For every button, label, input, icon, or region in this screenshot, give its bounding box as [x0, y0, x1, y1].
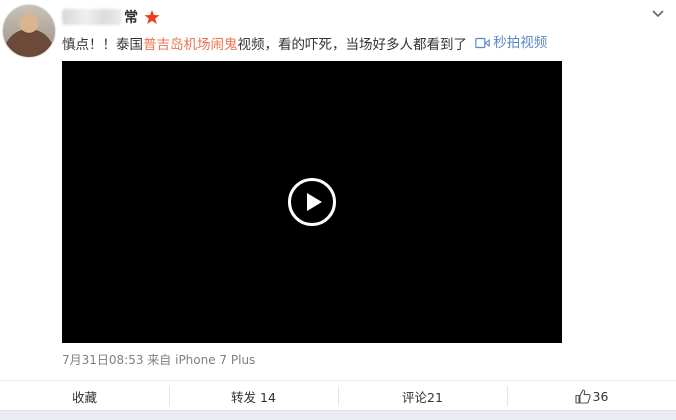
- username[interactable]: 常: [124, 7, 138, 27]
- weibo-post-card: 常 慎点！！泰国普吉岛机场闹鬼视频，看的吓死，当场好多人都看到了 秒拍视频 7月…: [0, 0, 676, 420]
- comment-label: 评论21: [402, 389, 443, 405]
- favorite-label: 收藏: [71, 389, 97, 405]
- comment-button[interactable]: 评论21: [338, 381, 507, 411]
- like-button[interactable]: 36: [507, 381, 676, 411]
- video-link-label: 秒拍视频: [493, 35, 548, 51]
- video-player[interactable]: [62, 61, 562, 343]
- video-link[interactable]: 秒拍视频: [475, 33, 547, 53]
- star-icon[interactable]: [144, 9, 160, 25]
- blurred-username-part: [62, 9, 122, 25]
- chevron-down-icon[interactable]: [650, 6, 666, 22]
- favorite-button[interactable]: 收藏: [0, 381, 169, 411]
- play-icon[interactable]: [287, 177, 337, 227]
- topic-link[interactable]: 普吉岛机场闹鬼: [143, 37, 238, 53]
- repost-button[interactable]: 转发 14: [169, 381, 338, 411]
- post-text: 慎点！！泰国普吉岛机场闹鬼视频，看的吓死，当场好多人都看到了 秒拍视频: [62, 33, 662, 55]
- like-count: 36: [592, 388, 609, 404]
- post-text-suffix: 视频，看的吓死，当场好多人都看到了: [237, 37, 468, 53]
- action-bar: 收藏 转发 14 评论21 36: [0, 380, 676, 411]
- video-camera-icon: [475, 37, 491, 49]
- avatar[interactable]: [2, 4, 56, 58]
- repost-label: 转发 14: [231, 389, 276, 405]
- thumbs-up-icon: [574, 388, 591, 404]
- user-header: 常: [62, 6, 160, 28]
- post-text-prefix: 慎点！！泰国: [62, 37, 143, 53]
- post-meta[interactable]: 7月31日08:53 来自 iPhone 7 Plus: [62, 351, 255, 368]
